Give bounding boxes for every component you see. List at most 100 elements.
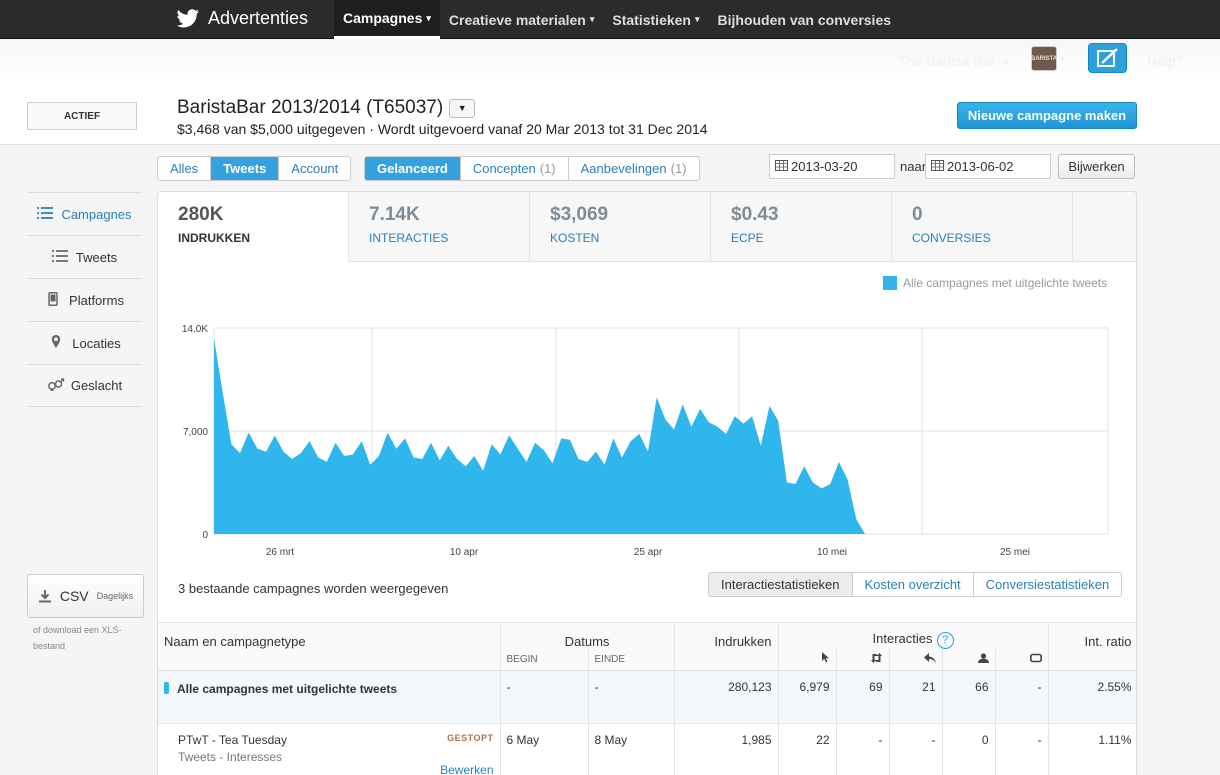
metric-tab-1[interactable]: 280K INDRUKKEN [158,192,349,263]
state-filter-label: Aanbevelingen [580,161,667,176]
retweet-icon[interactable] [836,648,890,671]
table-view-tab[interactable]: Interactiestatistieken [709,573,852,596]
date-from-value: 2013-03-20 [791,159,858,174]
date-to-value: 2013-06-02 [947,159,1014,174]
metric-tab-2[interactable]: 7.14K INTERACTIES [349,192,530,262]
col-ratio-header[interactable]: Int. ratio [1048,622,1136,649]
sidebar-item-1[interactable]: Campagnes [27,192,142,235]
metric-value: 0 [912,204,923,225]
campaign-dropdown-button[interactable]: ▼ [449,98,476,118]
col-end-header[interactable]: EINDE [588,648,675,671]
page-title: BaristaBar 2013/2014 (T65037) ▼ [177,97,476,119]
follow-icon[interactable] [942,648,996,671]
card-icon[interactable] [995,648,1049,671]
type-filter-option[interactable]: Alles [158,157,210,180]
cell-end: 8 May [588,723,675,775]
account-name: The Barista Bar [898,53,996,69]
col-name-header[interactable]: Naam en campagnetype [158,622,501,649]
x-tick-label: 25 mei [1000,547,1030,558]
status-badge: GESTOPT [447,733,494,743]
sidebar-item-3[interactable]: Platforms [27,278,142,321]
empty-subheader [1048,648,1136,671]
help-link[interactable]: Help? [1147,53,1184,69]
cell-cards: - [995,670,1049,724]
nav-item-2[interactable]: Creatieve materialen ▾ [440,0,604,39]
date-separator: naar [900,159,927,174]
y-tick-label: 14.0K [182,324,208,335]
update-button[interactable]: Bijwerken [1058,154,1135,179]
avatar[interactable]: BARISTA [1031,46,1057,71]
sidebar-item-2[interactable]: Tweets [27,235,142,278]
brand-label: Advertenties [208,8,309,28]
cell-name: PTwT - Tea Tuesday Tweets - Interesses GES… [158,723,501,775]
metric-tab-4[interactable]: $0.43 ECPE [711,192,892,262]
state-filter-count: (1) [539,161,556,176]
sidebar-item-label: Campagnes [61,206,132,222]
metric-tab-5[interactable]: 0 CONVERSIES [892,192,1073,262]
sidebar-item-5[interactable]: Geslacht [27,364,142,407]
table-row[interactable]: PTwT - Tea Tuesday Tweets - Interesses GES… [158,723,1136,775]
xls-download-link[interactable]: of download een XLS-bestand [33,622,143,654]
metric-value: 7.14K [369,204,420,225]
metric-label: INTERACTIES [369,231,449,245]
type-filter-option[interactable]: Account [278,157,350,180]
chevron-down-icon: ▾ [426,12,431,23]
cell-follows: 66 [942,670,996,724]
col-begin-header[interactable]: BEGIN [500,648,589,671]
cell-ratio: 1.11% [1048,723,1136,775]
campaign-name[interactable]: PTwT - Tea Tuesday [178,733,287,747]
new-campaign-button[interactable]: Nieuwe campagne maken [957,102,1137,129]
metric-label: INDRUKKEN [178,231,250,245]
nav-item-1[interactable]: Campagnes ▾ [334,0,440,39]
metric-label: CONVERSIES [912,231,991,245]
nav-item-4[interactable]: Bijhouden van conversies [709,0,901,39]
brand[interactable]: Advertenties [176,8,308,29]
chevron-down-icon[interactable]: ▾ [1060,54,1065,65]
table-view-tab[interactable]: Conversiestatistieken [972,573,1122,596]
sidebar-item-4[interactable]: Locaties [27,321,142,364]
stats-panel: 280K INDRUKKEN 7.14K INTERACTIES $3,069 KOSTE… [157,191,1137,775]
metric-tab-3[interactable]: $3,069 KOSTEN [530,192,711,262]
status-badge: ACTIEF [27,102,137,130]
state-filter-option[interactable]: Aanbevelingen (1) [567,157,699,180]
campaign-table: Naam en campagnetype Datums Indrukken In… [158,622,1136,775]
table-view-tab[interactable]: Kosten overzicht [851,573,973,596]
type-filter-option[interactable]: Tweets [210,157,279,180]
state-filter: Gelanceerd Concepten (1) Aanbevelingen (1) [364,156,700,181]
total-name: Alle campagnes met uitgelichte tweets [164,680,494,698]
x-tick-label: 25 apr [634,547,663,558]
y-tick-label: 7,000 [183,427,208,438]
state-filter-option[interactable]: Gelanceerd [365,157,460,180]
compose-tweet-button[interactable] [1088,43,1127,73]
sidebar-item-label: Geslacht [70,378,123,393]
state-filter-count: (1) [670,161,687,176]
table-view-tabs: Interactiestatistieken Kosten overzicht Co… [708,572,1123,597]
cell-replies: - [889,723,943,775]
nav-item-3[interactable]: Statistieken ▾ [603,0,708,39]
table-row-total[interactable]: Alle campagnes met uitgelichte tweets - -2… [158,670,1136,724]
sidebar-item-label: Platforms [69,292,124,308]
caret-down-icon: ▼ [457,103,467,113]
edit-link[interactable]: Bewerken [440,763,493,775]
chevron-down-icon: ▾ [589,14,595,24]
col-impressions-header[interactable]: Indrukken [674,622,779,649]
clicks-icon[interactable] [778,648,837,671]
account-switcher[interactable]: The Barista Bar ▾ [898,53,1008,69]
x-tick-label: 10 apr [450,547,479,558]
cell-replies: 21 [889,670,943,724]
date-from-input[interactable]: 2013-03-20 [769,154,895,179]
interactions-label: Interacties [872,630,933,646]
date-to-input[interactable]: 2013-06-02 [925,154,1051,179]
csv-download-button[interactable]: CSV Dagelijks [27,574,144,618]
campaign-subtitle: $3,468 van $5,000 uitgegeven · Wordt uit… [177,121,708,137]
cell-clicks: 6,979 [778,670,837,724]
cell-clicks: 22 [778,723,837,775]
cell-impressions: 1,985 [674,723,779,775]
account-bar: The Barista Bar ▾ BARISTA ▾ Help? [0,40,1220,74]
col-dates-header: Datums [500,622,675,649]
state-filter-option[interactable]: Concepten (1) [459,157,568,180]
help-icon[interactable]: ? [936,631,954,649]
csv-label: CSV [59,588,89,604]
reply-icon[interactable] [889,648,943,671]
metric-tabs: 280K INDRUKKEN 7.14K INTERACTIES $3,069 KOSTE… [158,192,1136,263]
